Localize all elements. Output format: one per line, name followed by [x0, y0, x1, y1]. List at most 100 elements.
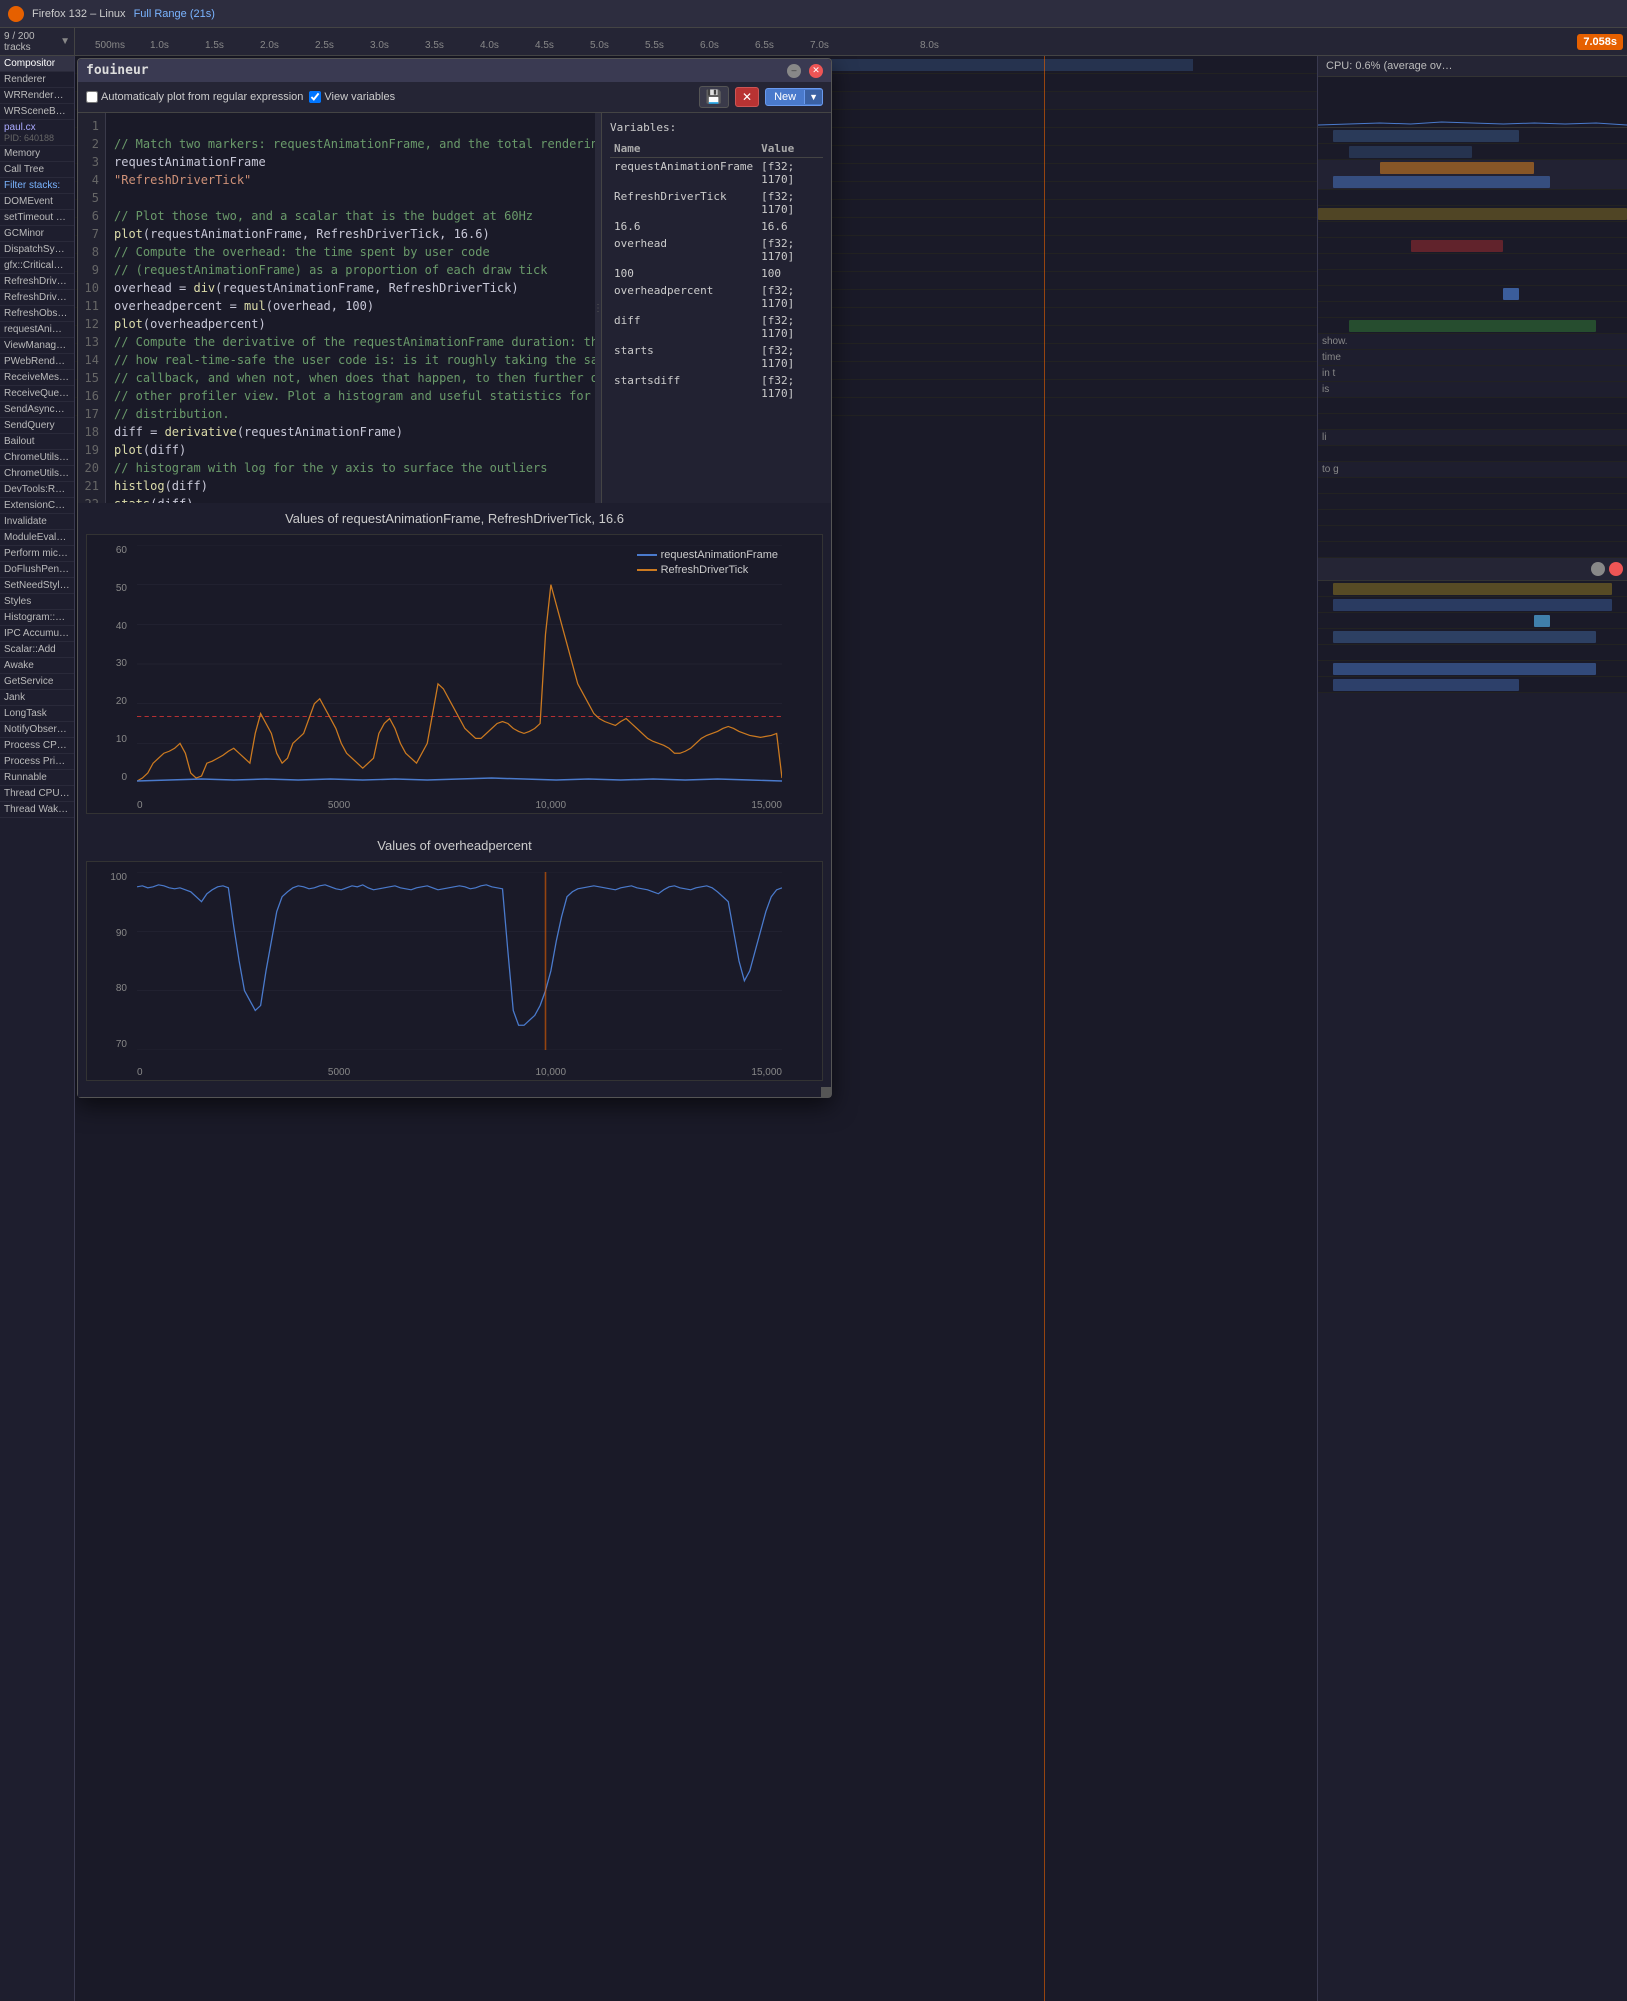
x-label-10000: 10,000 [535, 800, 566, 811]
close-button[interactable]: ✕ [809, 64, 823, 78]
ruler-mark-55s: 5.5s [645, 40, 664, 51]
sidebar-item-gfxcritical[interactable]: gfx::CriticalErro… [0, 258, 74, 274]
line-num: 1 [78, 117, 99, 135]
tracks-filter-icon[interactable]: ▼ [60, 36, 70, 47]
sidebar-item-invalidate[interactable]: Invalidate [0, 514, 74, 530]
right-track-18 [1318, 510, 1627, 526]
timeline-header: 9 / 200 tracks ▼ 500ms 1.0s 1.5s 2.0s 2.… [0, 28, 1627, 56]
line-num: 18 [78, 423, 99, 441]
sidebar-item-setneedstyle[interactable]: SetNeedStyleFlu… [0, 578, 74, 594]
sidebar-item-sendasync[interactable]: SendAsyncMess… [0, 402, 74, 418]
right-track-bar-3-blue [1333, 176, 1549, 188]
chart2-section: Values of overheadpercent 100 90 80 70 [86, 838, 823, 1081]
sidebar-item-runnable[interactable]: Runnable [0, 770, 74, 786]
sidebar-item-memory[interactable]: Memory [0, 146, 74, 162]
sidebar-item-viewmanager[interactable]: ViewManagerFl… [0, 338, 74, 354]
sidebar-item-dispatch[interactable]: DispatchSynthM… [0, 242, 74, 258]
auto-plot-label[interactable]: Automaticaly plot from regular expressio… [86, 91, 303, 103]
legend-label-rdt: RefreshDriverTick [661, 564, 749, 576]
line-num: 14 [78, 351, 99, 369]
right-text-show: show. [1318, 334, 1627, 350]
tracks-label: 9 / 200 tracks ▼ [0, 28, 75, 55]
right-track-13 [1318, 398, 1627, 414]
sidebar-item-scalaradd[interactable]: Scalar::Add [0, 642, 74, 658]
sidebar-item-filterstacks[interactable]: Filter stacks: [0, 178, 74, 194]
sidebar-item-refreshdriver2[interactable]: RefreshDriverTi… [0, 290, 74, 306]
variables-table: Name Value requestAnimationFrame[f32; 11… [610, 140, 823, 402]
right-track-16 [1318, 478, 1627, 494]
sidebar-item-devtools[interactable]: DevTools:RDP A… [0, 482, 74, 498]
code-line-11: plot(overheadpercent) [114, 317, 266, 331]
sidebar-item-receivequery[interactable]: ReceiveQueryRe… [0, 386, 74, 402]
save-button[interactable]: 💾 [699, 86, 729, 108]
cpu-chart-svg [1318, 77, 1627, 127]
sidebar-item-chromeutils1[interactable]: ChromeUtils.im… [0, 450, 74, 466]
code-editor[interactable]: // Match two markers: requestAnimationFr… [106, 113, 595, 503]
cancel-button[interactable]: ✕ [735, 87, 759, 107]
sidebar-item-refreshobserve[interactable]: RefreshObserve… [0, 306, 74, 322]
sidebar-item-doflush[interactable]: DoFlushPending… [0, 562, 74, 578]
auto-plot-checkbox[interactable] [86, 91, 98, 103]
sidebar-item-receivemsg[interactable]: ReceiveMessag… [0, 370, 74, 386]
code-line-16: // distribution. [114, 407, 230, 421]
timeline-ruler: 500ms 1.0s 1.5s 2.0s 2.5s 3.0s 3.5s 4.0s… [75, 28, 1577, 55]
view-variables-checkbox[interactable] [309, 91, 321, 103]
sidebar-item-threadcpu[interactable]: Thread CPU use… [0, 786, 74, 802]
code-line-5: // Plot those two, and a scalar that is … [114, 209, 533, 223]
line-num: 7 [78, 225, 99, 243]
sidebar-item-microta[interactable]: Perform microta… [0, 546, 74, 562]
sidebar-item-compositor[interactable]: Compositor [0, 56, 74, 72]
y2-label-100: 100 [110, 872, 127, 883]
sidebar-item-wrscene[interactable]: WRSceneB… [0, 104, 74, 120]
sidebar-item-renderer[interactable]: Renderer [0, 72, 74, 88]
right-track-15 [1318, 446, 1627, 462]
sidebar-item-longtask[interactable]: LongTask [0, 706, 74, 722]
x2-label-15000: 15,000 [751, 1067, 782, 1078]
new-button-arrow[interactable]: ▼ [804, 90, 822, 104]
fouineur-body: 1 2 3 4 5 6 7 8 9 10 11 12 13 [78, 113, 831, 503]
sidebar-item-getservice[interactable]: GetService [0, 674, 74, 690]
right-track-9 [1318, 270, 1627, 286]
sidebar-item-settimeout[interactable]: setTimeout callb… [0, 210, 74, 226]
right-minimize-btn[interactable] [1591, 562, 1605, 576]
new-button-main[interactable]: New [766, 89, 804, 105]
view-variables-label[interactable]: View variables [309, 91, 395, 103]
minimize-button[interactable]: – [787, 64, 801, 78]
sidebar-item-awake[interactable]: Awake [0, 658, 74, 674]
sidebar-item-ipcaccum[interactable]: IPC Accumulato… [0, 626, 74, 642]
sidebar-item-requestanim[interactable]: requestAnimati… [0, 322, 74, 338]
sidebar-item-moduleeval[interactable]: ModuleEvaluati… [0, 530, 74, 546]
code-line-7: // Compute the overhead: the time spent … [114, 245, 490, 259]
firefox-icon [8, 6, 24, 22]
sidebar-item-calltree[interactable]: Call Tree [0, 162, 74, 178]
ruler-mark-4s: 4.0s [480, 40, 499, 51]
sidebar-item-notifyobserver[interactable]: NotifyObserver… [0, 722, 74, 738]
sidebar-item-gcminor[interactable]: GCMinor [0, 226, 74, 242]
sidebar-item-pwebrender[interactable]: PWebRenderBri… [0, 354, 74, 370]
right-track-bar-27 [1333, 679, 1518, 691]
modal-resize-handle[interactable] [821, 1087, 831, 1097]
sidebar-item-styles[interactable]: Styles [0, 594, 74, 610]
sidebar-item-histogram[interactable]: Histogram::Add [0, 610, 74, 626]
sidebar-item-chromeutils2[interactable]: ChromeUtils.im… [0, 466, 74, 482]
chart2-title: Values of overheadpercent [86, 838, 823, 853]
sidebar-item-sendquery[interactable]: SendQuery [0, 418, 74, 434]
sidebar-item-bailout[interactable]: Bailout [0, 434, 74, 450]
var-name-4: 100 [610, 265, 757, 282]
line-num: 13 [78, 333, 99, 351]
sidebar-item-paulcx[interactable]: paul.cx [0, 120, 74, 133]
sidebar-item-processcputime[interactable]: Process CPU Ti… [0, 738, 74, 754]
sidebar-item-processpriority[interactable]: Process Priority [0, 754, 74, 770]
sidebar-item-wrrender[interactable]: WRRender… [0, 88, 74, 104]
sidebar-item-threadwake[interactable]: Thread Wake-up… [0, 802, 74, 818]
right-track-bar-23 [1534, 615, 1549, 627]
full-range-btn[interactable]: Full Range (21s) [134, 8, 215, 20]
sidebar-item-refreshdriver1[interactable]: RefreshDriverTi… [0, 274, 74, 290]
sidebar-item-jank[interactable]: Jank [0, 690, 74, 706]
content-area: fouineur – ✕ Automaticaly plot from regu… [75, 56, 1317, 2001]
right-close-btn[interactable] [1609, 562, 1623, 576]
right-text-li: li [1318, 430, 1627, 446]
sidebar-item-domevent[interactable]: DOMEvent [0, 194, 74, 210]
line-num: 16 [78, 387, 99, 405]
sidebar-item-extensionchild[interactable]: ExtensionChild [0, 498, 74, 514]
